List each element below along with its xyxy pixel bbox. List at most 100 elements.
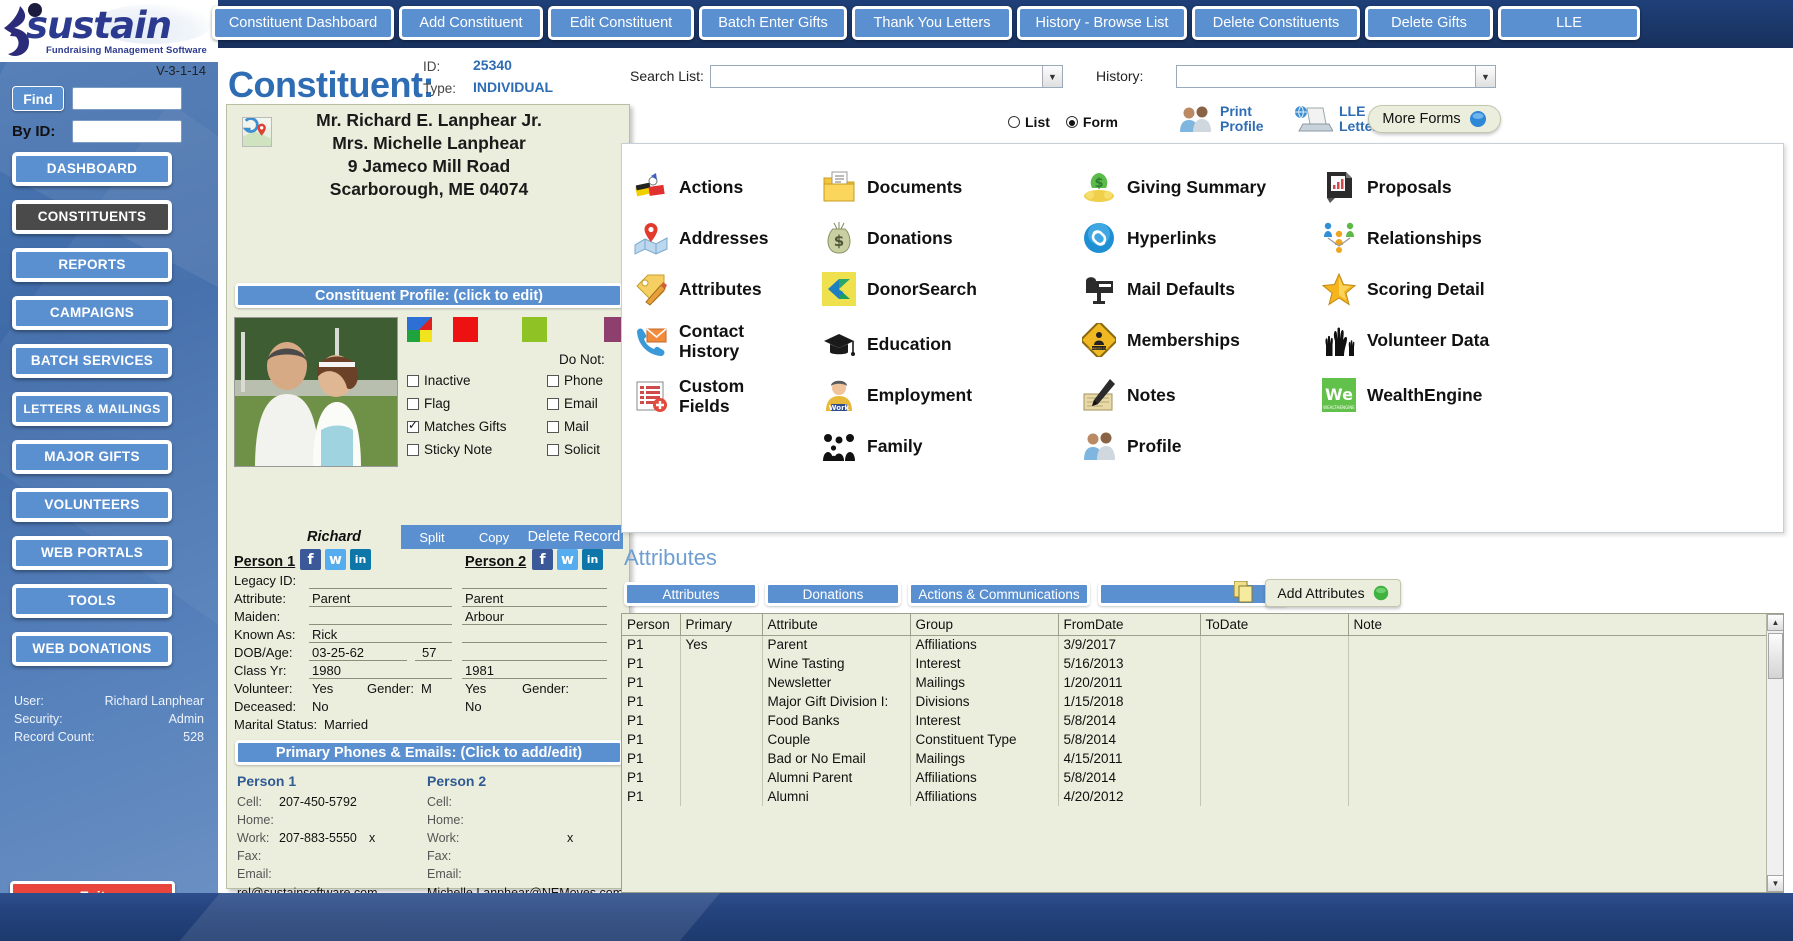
sidebar-item-major-gifts[interactable]: MAJOR GIFTS xyxy=(12,440,172,474)
tab-add-constituent[interactable]: Add Constituent xyxy=(399,6,543,40)
find-input[interactable] xyxy=(72,87,182,110)
checkbox-donot-email[interactable]: Email xyxy=(547,396,598,411)
color-swatch-green[interactable] xyxy=(522,317,547,342)
table-row[interactable]: P1 Wine Tasting Interest 5/16/2013 xyxy=(622,654,1769,673)
tab-batch-enter-gifts[interactable]: Batch Enter Gifts xyxy=(699,6,847,40)
checkbox-flag[interactable]: Flag xyxy=(407,396,450,411)
table-row[interactable]: P1 Alumni Parent Affiliations 5/8/2014 xyxy=(622,768,1769,787)
sidebar-item-reports[interactable]: REPORTS xyxy=(12,248,172,282)
form-link-education[interactable]: Education xyxy=(822,327,952,361)
field-volunteer-p2[interactable]: Yes xyxy=(465,681,486,696)
table-row[interactable]: P1 Couple Constituent Type 5/8/2014 xyxy=(622,730,1769,749)
form-link-giving-summary[interactable]: $ Giving Summary xyxy=(1082,170,1266,204)
search-list-dropdown[interactable]: ▼ xyxy=(710,65,1063,88)
history-dropdown[interactable]: ▼ xyxy=(1176,65,1496,88)
twitter-icon-p2[interactable]: w xyxy=(557,549,578,570)
grid-scrollbar[interactable]: ▲ ▼ xyxy=(1766,614,1783,892)
field-marital-status-p1[interactable]: Married xyxy=(324,717,368,732)
col-group[interactable]: Group xyxy=(910,614,1059,636)
attributes-filter-dropdown[interactable]: ▼ xyxy=(1098,582,1288,606)
linkedin-icon-p2[interactable]: in xyxy=(582,549,603,570)
facebook-icon-p2[interactable]: f xyxy=(532,549,553,570)
sidebar-item-letters-mailings[interactable]: LETTERS & MAILINGS xyxy=(12,392,172,426)
form-link-attributes[interactable]: Attributes xyxy=(634,272,762,306)
find-button[interactable]: Find xyxy=(12,86,64,111)
field-class-yr-p1[interactable]: 1980 xyxy=(312,663,341,678)
split-button[interactable]: Split xyxy=(401,530,463,545)
checkbox-donot-solicit[interactable]: Solicit xyxy=(547,442,600,457)
add-attributes-button[interactable]: Add Attributes xyxy=(1265,579,1401,607)
form-link-scoring-detail[interactable]: Scoring Detail xyxy=(1322,272,1485,306)
checkbox-matches-gifts[interactable]: Matches Gifts xyxy=(407,418,507,434)
phone-cell-value-p1[interactable]: 207-450-5792 xyxy=(279,795,357,809)
field-maiden-p2[interactable]: Arbour xyxy=(465,609,504,624)
form-link-mail-defaults[interactable]: Mail Defaults xyxy=(1082,272,1235,306)
table-row[interactable]: P1 Alumni Affiliations 4/20/2012 xyxy=(622,787,1769,806)
table-row[interactable]: P1 Food Banks Interest 5/8/2014 xyxy=(622,711,1769,730)
form-link-proposals[interactable]: Proposals xyxy=(1322,170,1452,204)
form-link-wealthengine[interactable]: We WEALTHENGINE WealthEngine xyxy=(1322,378,1482,412)
field-deceased-p1[interactable]: No xyxy=(312,699,329,714)
radio-list[interactable]: List xyxy=(1008,114,1050,130)
tab-delete-gifts[interactable]: Delete Gifts xyxy=(1365,6,1493,40)
linkedin-icon-p1[interactable]: in xyxy=(350,549,371,570)
table-row[interactable]: P1 Yes Parent Affiliations 3/9/2017 xyxy=(622,635,1769,654)
delete-record-button[interactable]: Delete Record xyxy=(525,529,623,545)
sidebar-item-web-portals[interactable]: WEB PORTALS xyxy=(12,536,172,570)
scrollbar-thumb[interactable] xyxy=(1768,633,1783,679)
attributes-tab-donations[interactable]: Donations xyxy=(765,582,901,606)
form-link-profile[interactable]: Profile xyxy=(1082,429,1181,463)
form-link-actions[interactable]: Actions xyxy=(634,170,743,204)
col-primary[interactable]: Primary xyxy=(680,614,763,636)
phone-work-value-p1[interactable]: 207-883-5550 xyxy=(279,831,357,845)
table-row[interactable]: P1 Major Gift Division I: Divisions 1/15… xyxy=(622,692,1769,711)
field-dob-p1[interactable]: 03-25-62 xyxy=(312,645,364,660)
copy-button[interactable]: Copy xyxy=(463,530,525,545)
attributes-grid[interactable]: Person Primary Attribute Group FromDate … xyxy=(621,613,1784,893)
sidebar-item-constituents[interactable]: CONSTITUENTS xyxy=(12,200,172,234)
attributes-tab-actions-communications[interactable]: Actions & Communications xyxy=(908,582,1090,606)
form-link-donorsearch[interactable]: DonorSearch xyxy=(822,272,977,306)
tab-delete-constituents[interactable]: Delete Constituents xyxy=(1192,6,1360,40)
form-link-employment[interactable]: Work Employment xyxy=(822,378,972,412)
copy-icon[interactable] xyxy=(1234,581,1254,603)
form-link-contact-history[interactable]: Contact History xyxy=(634,321,744,361)
tab-edit-constituent[interactable]: Edit Constituent xyxy=(548,6,694,40)
form-link-custom-fields[interactable]: Custom Fields xyxy=(634,376,744,416)
field-deceased-p2[interactable]: No xyxy=(465,699,482,714)
table-row[interactable]: P1 Newsletter Mailings 1/20/2011 xyxy=(622,673,1769,692)
tab-lle[interactable]: LLE xyxy=(1498,6,1640,40)
sidebar-item-volunteers[interactable]: VOLUNTEERS xyxy=(12,488,172,522)
form-link-donations[interactable]: $ Donations xyxy=(822,221,953,255)
radio-form[interactable]: Form xyxy=(1065,114,1118,130)
more-forms-button[interactable]: More Forms xyxy=(1368,105,1501,133)
color-swatch-red[interactable] xyxy=(453,317,478,342)
byid-input[interactable] xyxy=(72,120,182,143)
form-link-addresses[interactable]: Addresses xyxy=(634,221,769,255)
primary-phones-emails-bar[interactable]: Primary Phones & Emails: (Click to add/e… xyxy=(235,740,623,765)
field-gender-p1[interactable]: M xyxy=(421,681,432,696)
col-note[interactable]: Note xyxy=(1348,614,1769,636)
form-link-family[interactable]: Family xyxy=(822,429,922,463)
twitter-icon-p1[interactable]: w xyxy=(325,549,346,570)
lle-letter-button[interactable]: LLE Letter xyxy=(1293,104,1378,134)
sidebar-item-campaigns[interactable]: CAMPAIGNS xyxy=(12,296,172,330)
table-row[interactable]: P1 Bad or No Email Mailings 4/15/2011 xyxy=(622,749,1769,768)
field-attribute-p2[interactable]: Parent xyxy=(465,591,503,606)
form-link-memberships[interactable]: MEMBERS ONLY Memberships xyxy=(1082,323,1240,357)
col-todate[interactable]: ToDate xyxy=(1200,614,1349,636)
field-class-yr-p2[interactable]: 1981 xyxy=(465,663,494,678)
scroll-down-button[interactable]: ▼ xyxy=(1767,875,1783,892)
attributes-tab-attributes[interactable]: Attributes xyxy=(624,582,758,606)
sidebar-item-web-donations[interactable]: WEB DONATIONS xyxy=(12,632,172,666)
scroll-up-button[interactable]: ▲ xyxy=(1767,614,1783,631)
sidebar-item-dashboard[interactable]: DASHBOARD xyxy=(12,152,172,186)
checkbox-sticky-note[interactable]: Sticky Note xyxy=(407,442,492,457)
constituent-profile-bar[interactable]: Constituent Profile: (click to edit) xyxy=(235,283,623,308)
checkbox-donot-phone[interactable]: Phone xyxy=(547,373,603,388)
form-link-volunteer-data[interactable]: Volunteer Data xyxy=(1322,323,1489,357)
tab-history-browse-list[interactable]: History - Browse List xyxy=(1017,6,1187,40)
field-volunteer-p1[interactable]: Yes xyxy=(312,681,333,696)
checkbox-donot-mail[interactable]: Mail xyxy=(547,419,589,434)
checkbox-inactive[interactable]: Inactive xyxy=(407,373,471,388)
